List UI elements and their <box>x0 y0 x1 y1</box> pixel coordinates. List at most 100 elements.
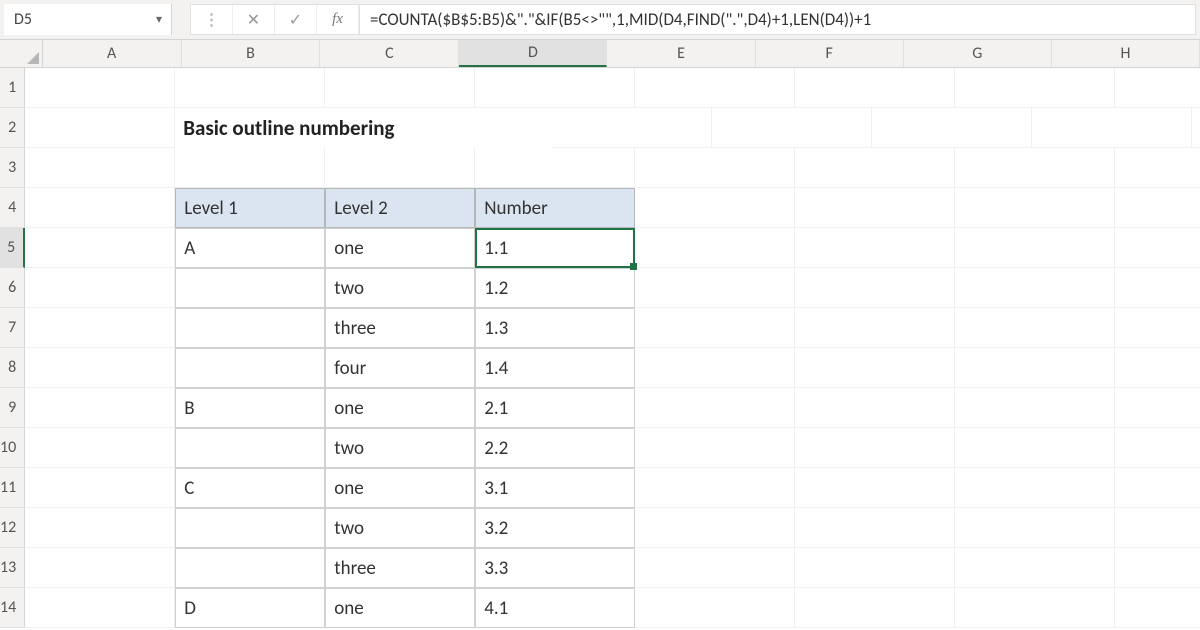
cell-B3[interactable] <box>175 148 325 188</box>
cell-E10[interactable] <box>635 428 795 468</box>
table-header-level2[interactable]: Level 2 <box>325 188 475 228</box>
cell-G11[interactable] <box>955 468 1115 508</box>
cell-B13[interactable] <box>175 548 325 588</box>
select-all-button[interactable] <box>0 40 43 67</box>
row-header-5[interactable]: 5 <box>0 228 25 268</box>
cell-G9[interactable] <box>955 388 1115 428</box>
cell-C10[interactable]: two <box>325 428 475 468</box>
cell-H2[interactable] <box>1192 108 1200 148</box>
col-header-A[interactable]: A <box>43 40 182 67</box>
cell-F3[interactable] <box>795 148 955 188</box>
cell-C2[interactable] <box>402 108 552 148</box>
cell-G8[interactable] <box>955 348 1115 388</box>
formula-vdots-icon[interactable]: ⋮ <box>191 5 233 34</box>
cell-D11[interactable]: 3.1 <box>475 468 635 508</box>
cell-A10[interactable] <box>25 428 175 468</box>
cell-E8[interactable] <box>635 348 795 388</box>
page-title[interactable]: Basic outline numbering <box>175 108 402 148</box>
cell-G12[interactable] <box>955 508 1115 548</box>
cell-A6[interactable] <box>25 268 175 308</box>
col-header-D[interactable]: D <box>459 40 607 67</box>
row-header-11[interactable]: 11 <box>0 468 25 508</box>
cell-F7[interactable] <box>795 308 955 348</box>
table-header-number[interactable]: Number <box>475 188 635 228</box>
cell-C3[interactable] <box>325 148 475 188</box>
row-header-1[interactable]: 1 <box>0 68 25 108</box>
cell-C7[interactable]: three <box>325 308 475 348</box>
row-header-13[interactable]: 13 <box>0 548 25 588</box>
cell-F11[interactable] <box>795 468 955 508</box>
cell-H5[interactable] <box>1115 228 1200 268</box>
cell-C14[interactable]: one <box>325 588 475 628</box>
cell-D13[interactable]: 3.3 <box>475 548 635 588</box>
cell-A8[interactable] <box>25 348 175 388</box>
col-header-E[interactable]: E <box>607 40 755 67</box>
cell-E5[interactable] <box>635 228 795 268</box>
cell-A1[interactable] <box>25 68 175 108</box>
cell-F13[interactable] <box>795 548 955 588</box>
cell-E2[interactable] <box>712 108 872 148</box>
insert-function-button[interactable]: fx <box>317 5 359 34</box>
cell-H9[interactable] <box>1115 388 1200 428</box>
cell-E7[interactable] <box>635 308 795 348</box>
table-header-level1[interactable]: Level 1 <box>175 188 325 228</box>
cell-F1[interactable] <box>795 68 955 108</box>
row-header-4[interactable]: 4 <box>0 188 25 228</box>
cell-H11[interactable] <box>1115 468 1200 508</box>
formula-input[interactable]: =COUNTA($B$5:B5)&"."&IF(B5<>"",1,MID(D4,… <box>360 4 1196 35</box>
cell-C9[interactable]: one <box>325 388 475 428</box>
col-header-G[interactable]: G <box>904 40 1052 67</box>
row-header-9[interactable]: 9 <box>0 388 25 428</box>
cell-C12[interactable]: two <box>325 508 475 548</box>
cell-F5[interactable] <box>795 228 955 268</box>
cell-G5[interactable] <box>955 228 1115 268</box>
confirm-formula-button[interactable]: ✓ <box>275 5 317 34</box>
cell-D3[interactable] <box>475 148 635 188</box>
cell-E9[interactable] <box>635 388 795 428</box>
cell-A7[interactable] <box>25 308 175 348</box>
cells-area[interactable]: Basic outline numbering Level 1 Level 2 … <box>25 68 1200 628</box>
cell-D7[interactable]: 1.3 <box>475 308 635 348</box>
cell-B6[interactable] <box>175 268 325 308</box>
cell-F12[interactable] <box>795 508 955 548</box>
cell-G7[interactable] <box>955 308 1115 348</box>
cell-C8[interactable]: four <box>325 348 475 388</box>
cell-F8[interactable] <box>795 348 955 388</box>
cell-A13[interactable] <box>25 548 175 588</box>
name-box-dropdown-icon[interactable]: ▾ <box>153 12 171 27</box>
cell-B12[interactable] <box>175 508 325 548</box>
cell-A5[interactable] <box>25 228 175 268</box>
cell-B11[interactable]: C <box>175 468 325 508</box>
cell-D5[interactable]: 1.1 <box>475 228 635 268</box>
row-header-3[interactable]: 3 <box>0 148 25 188</box>
row-header-12[interactable]: 12 <box>0 508 25 548</box>
cell-H4[interactable] <box>1115 188 1200 228</box>
cell-E12[interactable] <box>635 508 795 548</box>
cell-F9[interactable] <box>795 388 955 428</box>
cell-D14[interactable]: 4.1 <box>475 588 635 628</box>
cell-E14[interactable] <box>635 588 795 628</box>
cell-A4[interactable] <box>25 188 175 228</box>
cell-H6[interactable] <box>1115 268 1200 308</box>
cell-A14[interactable] <box>25 588 175 628</box>
cell-C1[interactable] <box>325 68 475 108</box>
cell-D12[interactable]: 3.2 <box>475 508 635 548</box>
cell-H13[interactable] <box>1115 548 1200 588</box>
cell-C5[interactable]: one <box>325 228 475 268</box>
cell-F2[interactable] <box>872 108 1032 148</box>
cell-F10[interactable] <box>795 428 955 468</box>
cell-G3[interactable] <box>955 148 1115 188</box>
cell-B7[interactable] <box>175 308 325 348</box>
cell-G2[interactable] <box>1032 108 1192 148</box>
row-header-14[interactable]: 14 <box>0 588 25 628</box>
cell-G4[interactable] <box>955 188 1115 228</box>
cell-B8[interactable] <box>175 348 325 388</box>
name-box[interactable]: D5 ▾ <box>4 4 172 35</box>
cell-E4[interactable] <box>635 188 795 228</box>
cell-H10[interactable] <box>1115 428 1200 468</box>
cell-F4[interactable] <box>795 188 955 228</box>
cell-A2[interactable] <box>25 108 175 148</box>
row-header-7[interactable]: 7 <box>0 308 25 348</box>
cell-H8[interactable] <box>1115 348 1200 388</box>
cell-F14[interactable] <box>795 588 955 628</box>
